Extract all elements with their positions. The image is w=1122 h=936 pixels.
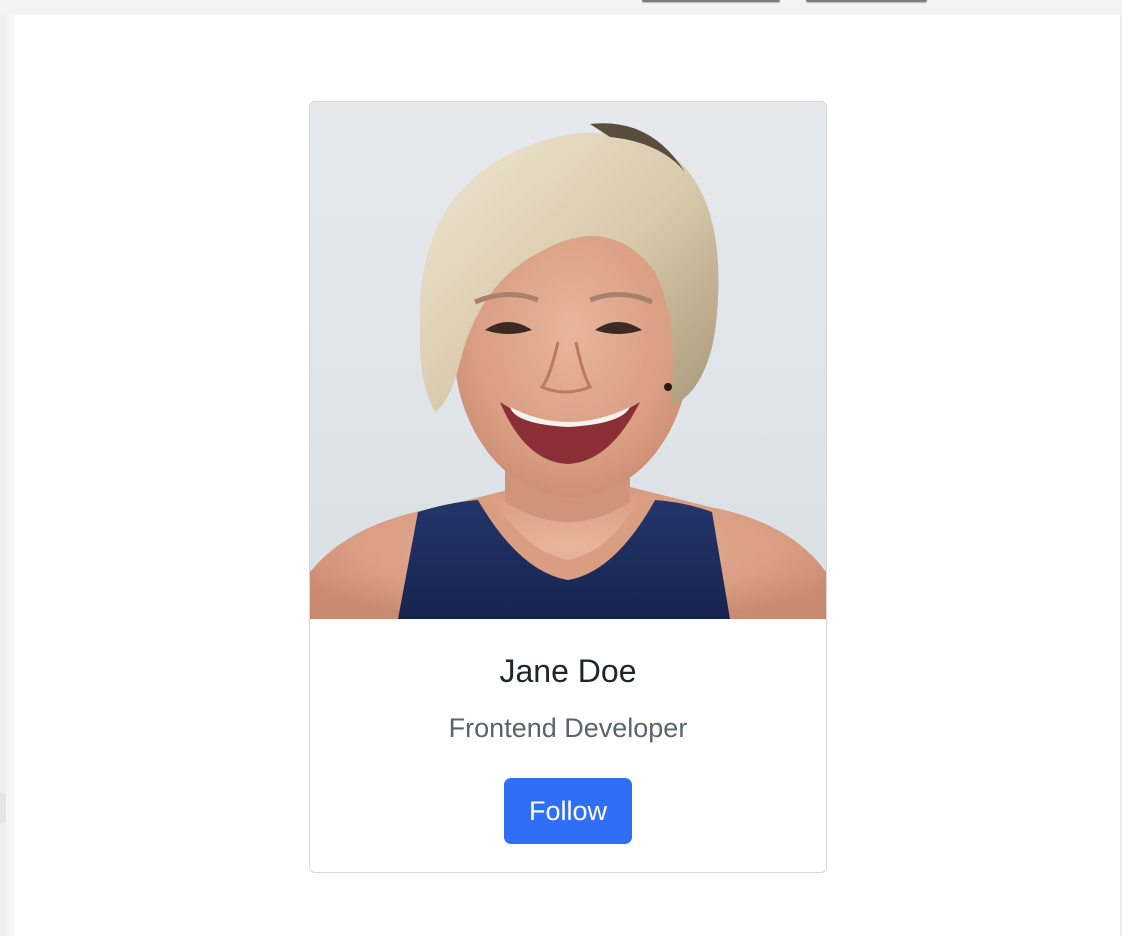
sidebar-marker: [0, 793, 6, 823]
follow-button[interactable]: Follow: [504, 778, 632, 844]
profile-card: Jane Doe Frontend Developer Follow: [309, 101, 827, 873]
profile-role: Frontend Developer: [448, 713, 688, 743]
profile-photo: [310, 102, 826, 619]
card-body: Jane Doe Frontend Developer Follow: [310, 619, 826, 872]
left-sidebar-edge: [0, 15, 6, 936]
page-viewport: Jane Doe Frontend Developer Follow: [14, 15, 1121, 936]
toolbar-tab[interactable]: [806, 0, 927, 2]
portrait-image: [310, 123, 826, 619]
profile-name: Jane Doe: [499, 653, 637, 689]
browser-top-bar: [0, 0, 1122, 15]
toolbar-tab[interactable]: [642, 0, 780, 2]
